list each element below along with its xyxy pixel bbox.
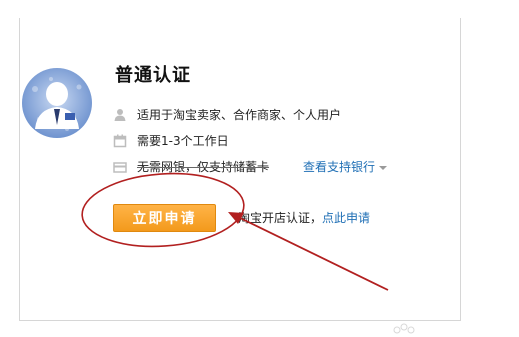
page: 普通认证 适用于淘宝卖家、合作商家、个人用户 需要1-3个工作日 无需网银，仅支… [0,0,519,337]
requirement-duration: 需要1-3个工作日 [113,132,229,149]
apply-here-link[interactable]: 点此申请 [322,211,370,225]
shop-auth-note-text: 淘宝开店认证， [238,211,323,225]
card-icon [113,161,127,173]
requirement-text: 适用于淘宝卖家、合作商家、个人用户 [137,108,342,122]
requirement-bank-card: 无需网银，仅支持储蓄卡 查看支持银行 [113,158,388,175]
shop-auth-note: 淘宝开店认证，点此申请 [238,209,370,226]
requirement-user-types: 适用于淘宝卖家、合作商家、个人用户 [113,106,341,123]
user-avatar-icon [22,68,92,138]
person-icon [114,108,126,121]
supported-banks-label: 查看支持银行 [303,160,376,174]
requirement-text: 无需网银，仅支持储蓄卡 [137,160,270,174]
auth-title: 普通认证 [115,65,191,86]
apply-now-button[interactable]: 立即申请 [113,204,216,232]
watermark-logo [393,323,415,334]
supported-banks-link[interactable]: 查看支持银行 [303,158,388,175]
calendar-icon [113,134,127,147]
chevron-down-icon [379,165,388,170]
requirement-text: 需要1-3个工作日 [137,134,229,148]
